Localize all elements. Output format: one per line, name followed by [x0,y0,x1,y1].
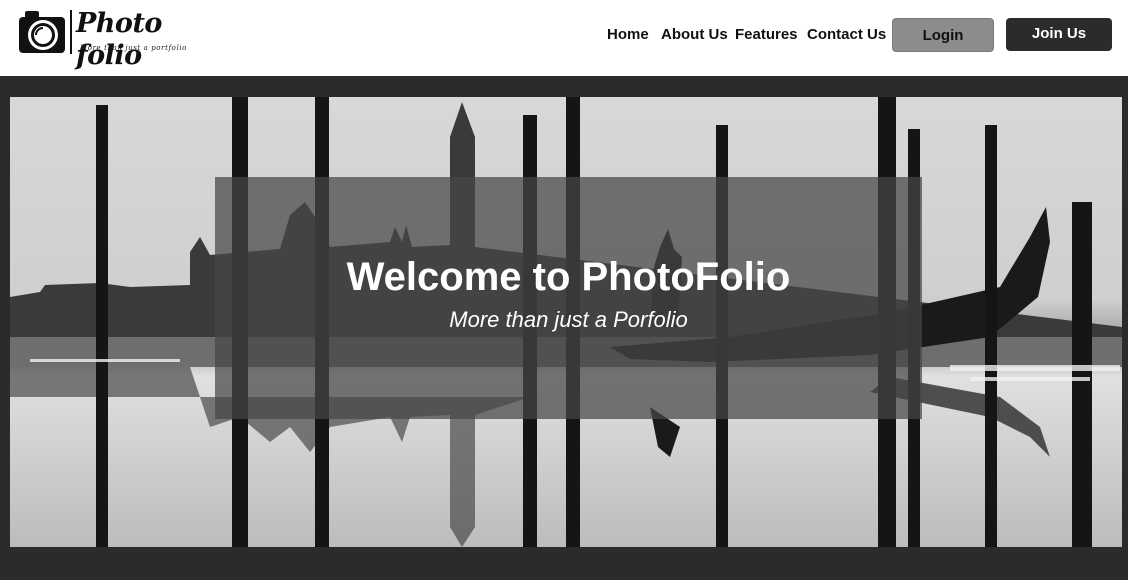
nav-features[interactable]: Features [735,26,798,44]
login-button[interactable]: Login [892,18,994,52]
nav-about-us[interactable]: About Us [661,26,728,44]
hero-banner: Welcome to PhotoFolio More than just a P… [10,97,1122,547]
site-header: Photo folio More than just a portfolio H… [0,0,1128,76]
join-us-button[interactable]: Join Us [1006,18,1112,51]
brand-tagline: More than just a portfolio [80,44,187,52]
hero-title: Welcome to PhotoFolio [346,255,791,299]
hero-subtitle: More than just a Porfolio [449,307,688,332]
camera-icon [19,11,65,53]
nav-contact-us[interactable]: Contact Us [807,26,886,44]
logo-divider [70,10,72,54]
brand-name: Photo folio [76,8,162,71]
nav-home[interactable]: Home [607,26,649,44]
brand-logo[interactable]: Photo folio More than just a portfolio [18,6,186,71]
